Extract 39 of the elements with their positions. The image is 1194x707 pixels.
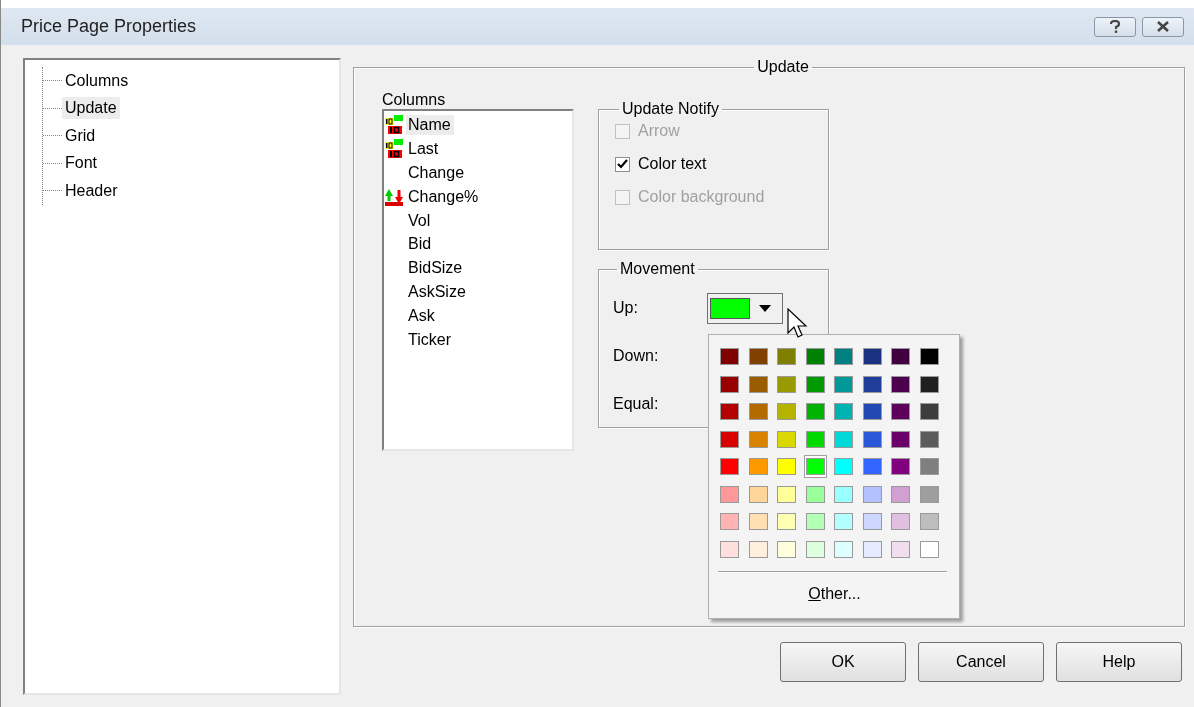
list-item[interactable]: Change% xyxy=(406,186,482,207)
other-colors-button[interactable]: Other... xyxy=(804,583,865,605)
help-button[interactable] xyxy=(1094,16,1136,37)
help-icon xyxy=(1109,19,1121,34)
color-picker-button[interactable] xyxy=(707,292,783,324)
window-title: Price Page Properties xyxy=(21,16,198,37)
movement-label: Up: xyxy=(613,299,639,317)
checkbox-label: Color text xyxy=(638,155,707,173)
list-item[interactable]: Ask xyxy=(406,306,438,327)
list-item[interactable]: Bid xyxy=(406,234,435,255)
dialog-button[interactable]: Help xyxy=(1056,642,1182,682)
checkbox-label: Arrow xyxy=(638,122,680,140)
checkbox-label: Color background xyxy=(638,188,765,206)
list-item[interactable]: Ticker xyxy=(406,329,454,350)
group-title: Movement xyxy=(619,260,696,278)
tree-item[interactable]: Update xyxy=(62,97,120,120)
tree-item[interactable]: Header xyxy=(62,179,121,202)
dropdown-arrow-icon xyxy=(759,304,771,312)
list-item[interactable]: BidSize xyxy=(406,258,466,279)
list-item[interactable]: Change xyxy=(406,162,468,183)
movement-label: Equal: xyxy=(613,395,660,413)
tree-item[interactable]: Columns xyxy=(62,69,132,92)
checkbox[interactable] xyxy=(615,156,630,172)
list-item[interactable]: Last xyxy=(406,138,442,159)
dialog-button[interactable]: Cancel xyxy=(918,642,1044,682)
group-title: Update Notify xyxy=(621,100,720,118)
group-title: Update xyxy=(756,58,810,76)
tree-item[interactable]: Grid xyxy=(62,124,99,147)
tree-item[interactable]: Font xyxy=(62,152,100,175)
movement-label: Down: xyxy=(613,347,660,365)
dialog-button[interactable]: OK xyxy=(780,642,906,682)
digits-icon xyxy=(384,138,406,159)
list-item[interactable]: Name xyxy=(406,114,454,135)
columns-label: Columns xyxy=(382,91,447,109)
list-item[interactable]: AskSize xyxy=(406,282,469,303)
close-icon xyxy=(1156,21,1170,32)
close-button[interactable] xyxy=(1142,16,1184,37)
list-item[interactable]: Vol xyxy=(406,210,434,231)
digits-icon xyxy=(384,114,406,135)
